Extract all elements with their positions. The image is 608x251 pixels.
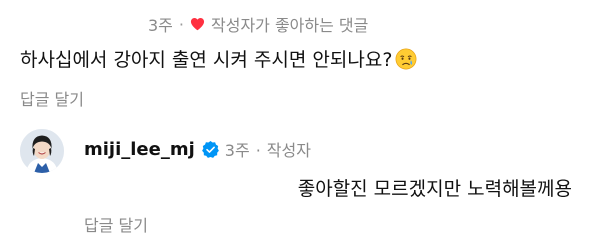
comment-body: 하사십에서 강아지 출연 시켜 주시면 안되나요? — [20, 49, 393, 71]
comment-text: 하사십에서 강아지 출연 시켜 주시면 안되나요? — [20, 45, 417, 72]
reply-header: miji_lee_mj 3주 · 작성자 — [84, 137, 311, 161]
comment-time: 3주 — [148, 16, 173, 35]
reply-button[interactable]: 답글 달기 — [20, 86, 84, 110]
liked-by-author-label: 작성자가 좋아하는 댓글 — [211, 16, 369, 35]
heart-icon — [190, 17, 205, 31]
comment-meta: 3주 · 작성자가 좋아하는 댓글 — [148, 12, 368, 36]
author-label: 작성자 — [266, 141, 311, 160]
reply-time: 3주 — [224, 141, 250, 160]
avatar[interactable] — [20, 129, 64, 173]
reply-meta: 3주 · 작성자 — [225, 137, 311, 161]
meta-separator: · — [178, 14, 184, 34]
comment-thread: 3주 · 작성자가 좋아하는 댓글 하사십에서 강아지 출연 시켜 주시면 안되… — [0, 0, 608, 251]
username[interactable]: miji_lee_mj — [84, 139, 195, 160]
meta-separator: · — [255, 141, 261, 160]
verified-badge-icon — [201, 140, 220, 159]
reply-text: 좋아할진 모르겠지만 노력해볼께용 — [297, 178, 572, 200]
crying-face-icon — [395, 48, 417, 70]
reply-button[interactable]: 답글 달기 — [84, 212, 148, 236]
